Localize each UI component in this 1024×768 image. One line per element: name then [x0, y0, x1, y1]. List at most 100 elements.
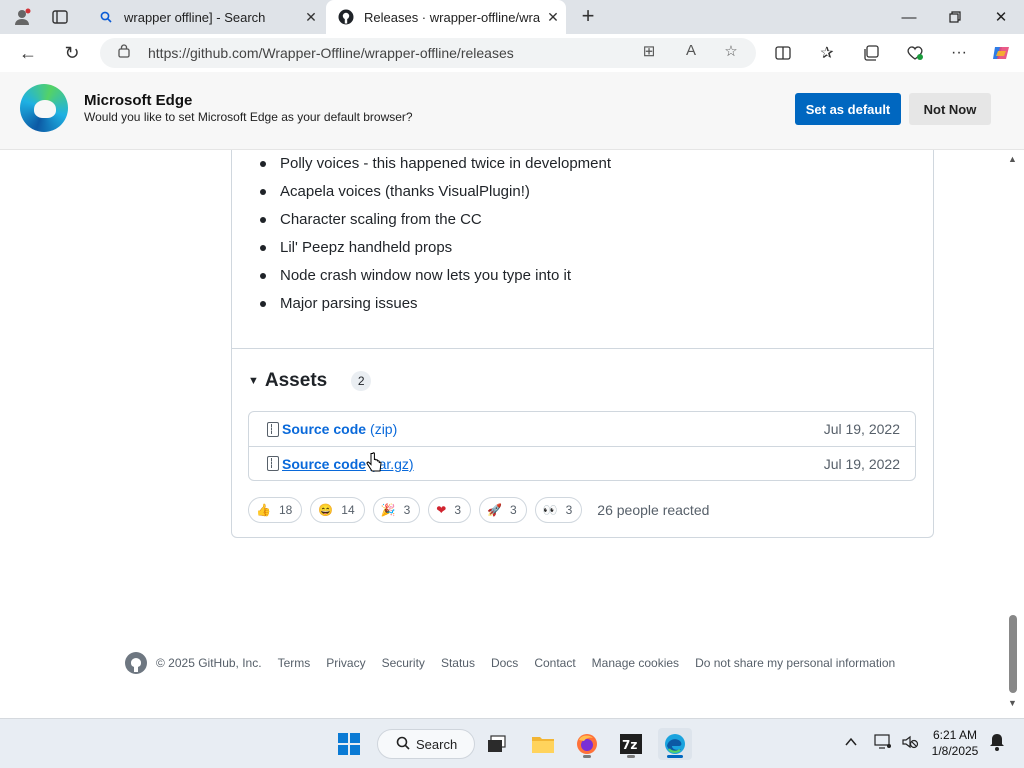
set-as-default-button[interactable]: Set as default — [795, 93, 901, 125]
back-button[interactable]: ← — [14, 40, 42, 66]
footer-link-security[interactable]: Security — [382, 656, 425, 670]
assets-list: Source code (zip) Jul 19, 2022 Source co… — [248, 411, 916, 481]
navigation-bar: ← ↻ https://github.com/Wrapper-Offline/w… — [0, 34, 1024, 72]
list-item: Polly voices - this happened twice in de… — [258, 154, 611, 182]
show-hidden-icons-icon[interactable] — [845, 734, 857, 750]
site-footer: © 2025 GitHub, Inc. Terms Privacy Securi… — [125, 652, 911, 674]
browser-essentials-icon[interactable] — [902, 41, 928, 65]
reaction-count: 3 — [565, 503, 573, 517]
banner-message: Would you like to set Microsoft Edge as … — [84, 110, 413, 124]
app-available-icon[interactable]: ⊞ — [638, 42, 660, 64]
reactions-summary[interactable]: 26 people reacted — [597, 502, 709, 518]
reaction-hooray[interactable]: 🎉 3 — [372, 497, 421, 523]
scrollbar-thumb[interactable] — [1009, 615, 1017, 693]
footer-link-manage-cookies[interactable]: Manage cookies — [592, 656, 679, 670]
7zip-icon[interactable]: 7z — [614, 728, 648, 760]
hand-cursor-icon — [366, 452, 382, 476]
favorite-star-icon[interactable]: ☆ — [720, 42, 742, 64]
footer-link-status[interactable]: Status — [441, 656, 475, 670]
hooray-icon: 🎉 — [380, 503, 396, 517]
file-explorer-icon[interactable] — [526, 728, 560, 760]
network-icon[interactable] — [874, 734, 892, 753]
asset-row-zip[interactable]: Source code (zip) Jul 19, 2022 — [249, 412, 915, 446]
list-item: Node crash window now lets you type into… — [258, 266, 611, 294]
banner-title: Microsoft Edge — [84, 92, 193, 109]
reaction-rocket[interactable]: 🚀 3 — [479, 497, 527, 523]
close-window-button[interactable]: ✕ — [978, 0, 1024, 34]
list-item: Acapela voices (thanks VisualPlugin!) — [258, 182, 611, 210]
firefox-icon[interactable] — [570, 728, 604, 760]
tab-title: Releases · wrapper-offline/wrapper-offli… — [364, 9, 540, 25]
github-icon — [336, 9, 356, 25]
search-icon — [396, 736, 410, 753]
running-indicator — [627, 755, 635, 758]
site-info-icon[interactable] — [118, 44, 130, 61]
scroll-up-icon[interactable]: ▲ — [1008, 154, 1017, 164]
footer-link-docs[interactable]: Docs — [491, 656, 518, 670]
notifications-bell-icon[interactable] — [989, 733, 1005, 754]
running-indicator — [583, 755, 591, 758]
tab-actions-icon[interactable] — [46, 5, 74, 29]
footer-link-contact[interactable]: Contact — [534, 656, 575, 670]
refresh-button[interactable]: ↻ — [58, 40, 86, 66]
assets-heading: Assets — [264, 370, 328, 391]
collections-icon[interactable] — [858, 41, 884, 65]
assets-count-badge: 2 — [351, 371, 372, 391]
page-scrollbar[interactable]: ▲ ▼ — [1004, 150, 1024, 718]
file-zip-icon — [267, 421, 279, 437]
footer-link-terms[interactable]: Terms — [278, 656, 311, 670]
copilot-icon[interactable] — [988, 41, 1014, 65]
scroll-down-icon[interactable]: ▼ — [1008, 698, 1017, 708]
address-bar[interactable]: https://github.com/Wrapper-Offline/wrapp… — [100, 38, 756, 68]
footer-link-do-not-share[interactable]: Do not share my personal information — [695, 656, 895, 670]
running-indicator — [667, 755, 683, 758]
reaction-count: 3 — [454, 503, 462, 517]
footer-link-privacy[interactable]: Privacy — [326, 656, 365, 670]
assets-toggle[interactable]: ▼ Assets 2 — [248, 370, 372, 392]
split-screen-icon[interactable] — [770, 41, 796, 65]
file-zip-icon — [267, 456, 279, 471]
reaction-laugh[interactable]: 😄 14 — [310, 497, 365, 523]
start-button[interactable] — [332, 728, 366, 760]
svg-text:7z: 7z — [622, 738, 637, 752]
asset-link[interactable]: Source code — [282, 456, 366, 472]
asset-extension[interactable]: (zip) — [370, 421, 397, 437]
restore-button[interactable] — [932, 0, 978, 34]
list-item: Major parsing issues — [258, 294, 611, 322]
profile-icon[interactable] — [8, 5, 36, 29]
reactions-bar: 👍 18 😄 14 🎉 3 ❤ 3 🚀 3 👀 3 26 people reac… — [248, 497, 709, 523]
new-tab-button[interactable]: + — [574, 4, 602, 30]
favorites-icon[interactable]: ✰ — [814, 41, 840, 65]
not-now-button[interactable]: Not Now — [909, 93, 991, 125]
close-tab-icon[interactable]: ✕ — [540, 9, 566, 26]
clock-time: 6:21 AM — [932, 728, 978, 742]
reaction-eyes[interactable]: 👀 3 — [534, 497, 583, 523]
system-clock[interactable]: 6:21 AM 1/8/2025 — [926, 727, 984, 759]
volume-muted-icon[interactable] — [901, 734, 919, 753]
edge-taskbar-icon[interactable] — [658, 728, 692, 760]
tab-search[interactable]: wrapper offline] - Search ✕ — [86, 0, 324, 34]
reaction-count: 3 — [403, 503, 411, 517]
github-logo-icon[interactable] — [125, 652, 147, 674]
asset-date: Jul 19, 2022 — [823, 455, 900, 472]
close-tab-icon[interactable]: ✕ — [298, 9, 324, 26]
reaction-thumbs-up[interactable]: 👍 18 — [248, 497, 303, 523]
heart-icon: ❤ — [436, 503, 447, 517]
task-view-icon[interactable] — [480, 728, 514, 760]
asset-link[interactable]: Source code — [282, 421, 366, 437]
url-text[interactable]: https://github.com/Wrapper-Offline/wrapp… — [148, 45, 514, 61]
minimize-button[interactable]: — — [886, 0, 932, 34]
read-aloud-icon[interactable]: A — [680, 42, 702, 64]
reaction-count: 18 — [278, 503, 293, 517]
asset-row-targz[interactable]: Source code (tar.gz) Jul 19, 2022 — [249, 446, 915, 480]
taskbar-search[interactable]: Search — [377, 729, 475, 759]
reaction-heart[interactable]: ❤ 3 — [428, 497, 472, 523]
edge-logo-icon — [20, 84, 68, 132]
page-content: Polly voices - this happened twice in de… — [0, 150, 1004, 718]
clock-date: 1/8/2025 — [931, 744, 979, 758]
tab-releases[interactable]: Releases · wrapper-offline/wrapper-offli… — [326, 0, 566, 34]
tab-title: wrapper offline] - Search — [124, 9, 266, 25]
eyes-icon: 👀 — [542, 503, 558, 517]
browser-title-bar: wrapper offline] - Search ✕ Releases · w… — [0, 0, 1024, 34]
more-options-icon[interactable]: ··· — [946, 41, 972, 65]
